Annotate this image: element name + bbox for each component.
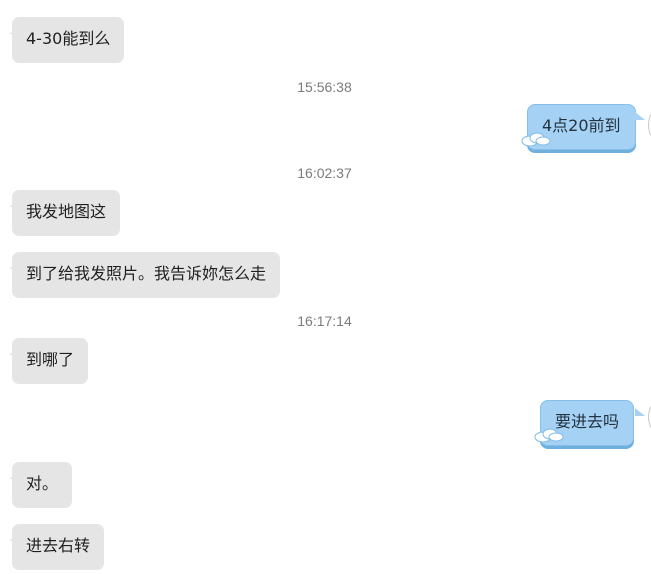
message-timestamp: 16:02:37: [297, 165, 352, 181]
message-bubble[interactable]: 4-30能到么: [12, 17, 125, 63]
message-bubble[interactable]: 到哪了: [12, 338, 89, 384]
message-bubble[interactable]: 对。: [12, 462, 73, 508]
message-timestamp: 16:17:14: [297, 313, 352, 329]
bubble-tail: [635, 112, 645, 120]
message-timestamp: 15:56:38: [297, 79, 352, 95]
cloud-decoration-icon: [521, 132, 551, 146]
cloud-decoration-icon: [534, 428, 564, 442]
bubble-tail: [635, 408, 645, 416]
message-bubble[interactable]: 我发地图这: [12, 190, 121, 236]
message-bubble[interactable]: 到了给我发照片。我告诉妳怎么走: [12, 252, 281, 298]
message-bubble[interactable]: 进去右转: [12, 524, 105, 570]
